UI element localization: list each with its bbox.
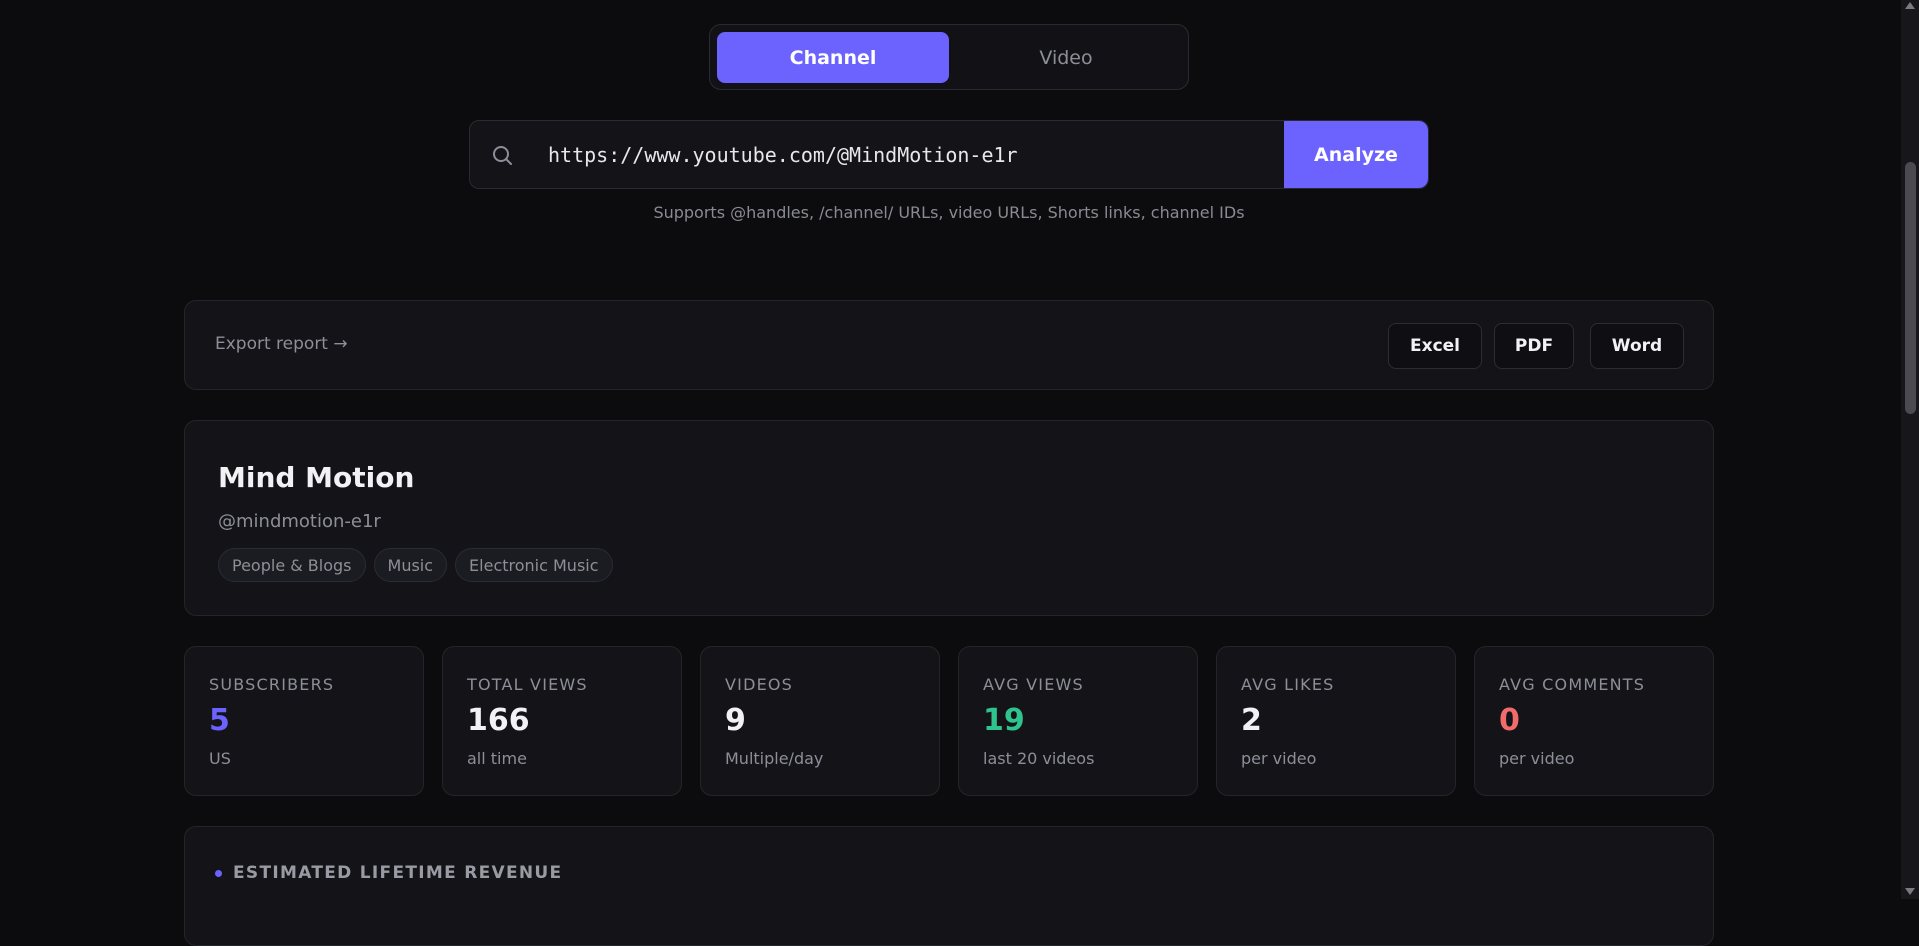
channel-name: Mind Motion [218,461,415,494]
stat-card-videos: VIDEOS 9 Multiple/day [700,646,940,796]
stat-card-total-views: TOTAL VIEWS 166 all time [442,646,682,796]
channel-tags: People & Blogs Music Electronic Music [218,548,613,582]
tag-music: Music [373,548,448,582]
stat-label: AVG COMMENTS [1499,675,1646,694]
stat-sub: US [209,749,231,768]
revenue-card: ESTIMATED LIFETIME REVENUE [184,826,1714,946]
scrollbar[interactable] [1901,0,1919,899]
stat-label: TOTAL VIEWS [467,675,588,694]
stat-label: SUBSCRIBERS [209,675,335,694]
tab-video[interactable]: Video [950,32,1182,83]
stat-sub: all time [467,749,527,768]
export-excel-button[interactable]: Excel [1388,323,1482,369]
export-card: Export report → Excel PDF Word [184,300,1714,390]
stat-card-avg-comments: AVG COMMENTS 0 per video [1474,646,1714,796]
stat-card-subscribers: SUBSCRIBERS 5 US [184,646,424,796]
search-hint: Supports @handles, /channel/ URLs, video… [653,203,1245,222]
stat-value: 166 [467,703,530,738]
scroll-up-icon[interactable] [1905,2,1915,9]
stat-value: 0 [1499,703,1520,738]
scrollbar-thumb[interactable] [1905,162,1916,414]
stat-sub: last 20 videos [983,749,1095,768]
stat-label: AVG LIKES [1241,675,1335,694]
tab-channel[interactable]: Channel [717,32,949,83]
channel-handle: @mindmotion-e1r [218,511,381,532]
tag-people-blogs: People & Blogs [218,548,366,582]
stat-sub: per video [1241,749,1317,768]
stat-value: 5 [209,703,230,738]
stat-card-avg-views: AVG VIEWS 19 last 20 videos [958,646,1198,796]
mode-toggle: Channel Video [709,24,1189,90]
stat-label: AVG VIEWS [983,675,1084,694]
search-input[interactable] [548,121,1248,188]
stat-value: 2 [1241,703,1262,738]
search-icon [493,146,512,165]
export-pdf-button[interactable]: PDF [1494,323,1574,369]
stat-value: 9 [725,703,746,738]
analyze-button[interactable]: Analyze [1284,121,1428,188]
export-label: Export report → [215,334,348,354]
stat-value: 19 [983,703,1025,738]
revenue-title: ESTIMATED LIFETIME REVENUE [233,863,563,883]
stat-card-avg-likes: AVG LIKES 2 per video [1216,646,1456,796]
channel-card: Mind Motion @mindmotion-e1r People & Blo… [184,420,1714,616]
stat-sub: per video [1499,749,1575,768]
stat-label: VIDEOS [725,675,794,694]
scroll-down-icon[interactable] [1905,888,1915,895]
export-word-button[interactable]: Word [1590,323,1684,369]
tag-electronic-music: Electronic Music [455,548,613,582]
bullet-dot-icon [215,870,222,877]
search-bar: Analyze [469,120,1429,189]
stat-sub: Multiple/day [725,749,824,768]
